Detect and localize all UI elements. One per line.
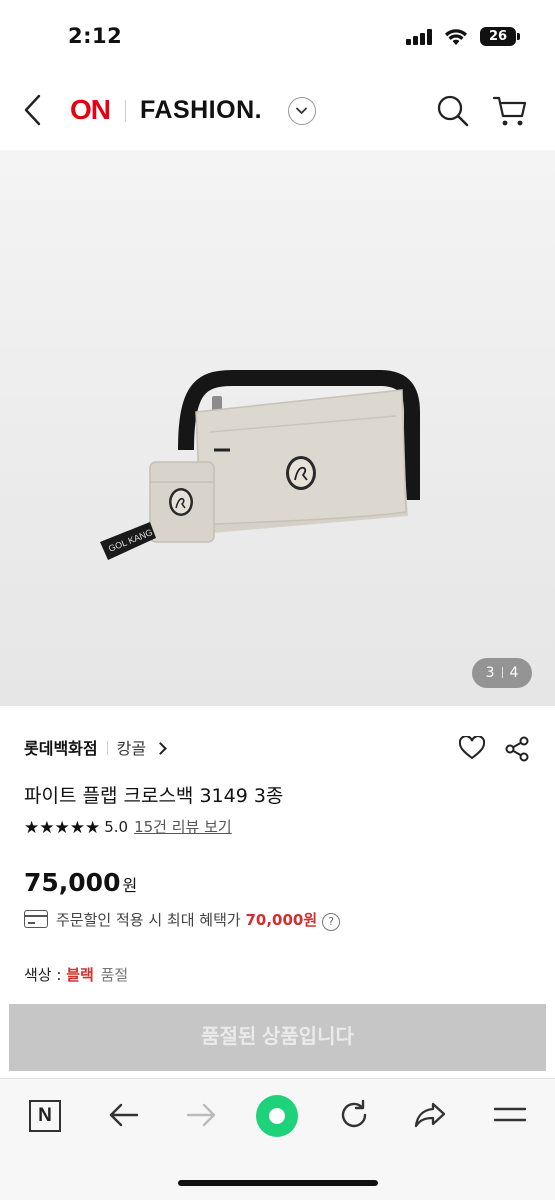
- share-arrow-icon: [414, 1102, 446, 1128]
- back-button[interactable]: [20, 92, 46, 128]
- option-value: 블랙: [66, 966, 94, 984]
- logo-on[interactable]: ON: [70, 94, 111, 126]
- logo-fashion[interactable]: FASHION.: [140, 96, 262, 125]
- share-icon: [505, 736, 529, 762]
- wifi-icon: [444, 26, 468, 46]
- benefit-row: 주문할인 적용 시 최대 혜택가 70,000원?: [24, 909, 341, 933]
- mall-dropdown-button[interactable]: [288, 97, 316, 125]
- share-nav-button[interactable]: [411, 1095, 451, 1135]
- menu-button[interactable]: [490, 1095, 530, 1135]
- arrow-left-icon: [109, 1103, 139, 1127]
- brand-name[interactable]: 캉골: [117, 739, 146, 758]
- rating-row: ★★★★★ 5.0 15건 리뷰 보기: [24, 816, 232, 838]
- color-option-row: 색상 : 블랙 품절: [24, 964, 128, 985]
- search-button[interactable]: [436, 94, 470, 128]
- benefit-price: 70,000원: [245, 911, 318, 929]
- brand-row[interactable]: 롯데백화점 캉골: [24, 735, 167, 761]
- naver-home-button[interactable]: N: [29, 1100, 61, 1132]
- chevron-down-icon: [296, 107, 307, 114]
- hamburger-menu-icon: [493, 1107, 527, 1122]
- forward-nav-button[interactable]: [181, 1095, 221, 1135]
- review-link[interactable]: 15건 리뷰 보기: [134, 818, 232, 836]
- gallery-pager: 34: [472, 658, 532, 688]
- cellular-signal-icon: [406, 29, 434, 45]
- benefit-text: 주문할인 적용 시 최대 혜택가: [56, 911, 241, 929]
- status-time: 2:12: [68, 24, 123, 48]
- home-indicator[interactable]: [178, 1180, 378, 1186]
- card-icon: [24, 910, 48, 928]
- battery-icon: 26: [480, 27, 520, 46]
- share-button[interactable]: [505, 736, 529, 762]
- chevron-right-icon: [154, 742, 167, 755]
- app-header: ON FASHION.: [0, 72, 555, 150]
- search-icon: [437, 95, 469, 127]
- rating-stars-icon: ★★★★★: [24, 818, 101, 838]
- cart-icon: [492, 96, 527, 126]
- refresh-icon: [341, 1099, 367, 1128]
- back-nav-button[interactable]: [104, 1095, 144, 1135]
- product-image: GOL KANG: [100, 370, 420, 560]
- store-name[interactable]: 롯데백화점: [24, 739, 98, 758]
- green-dot-button[interactable]: [256, 1095, 298, 1137]
- logo-divider: [125, 100, 126, 122]
- price-row: 75,000 원: [24, 868, 137, 897]
- product-title: 파이트 플랩 크로스백 3149 3종: [24, 785, 284, 807]
- refresh-button[interactable]: [334, 1095, 374, 1135]
- arrow-right-icon: [186, 1103, 216, 1127]
- rating-value: 5.0: [104, 818, 129, 836]
- option-status: 품절: [100, 966, 129, 984]
- price-value: 75,000: [24, 868, 121, 897]
- status-bar: 2:12 26: [0, 0, 555, 72]
- heart-icon: [458, 735, 486, 760]
- soldout-button[interactable]: 품절된 상품입니다: [9, 1004, 546, 1071]
- product-image-gallery[interactable]: GOL KANG 34: [0, 150, 555, 706]
- wishlist-button[interactable]: [458, 735, 486, 760]
- question-icon[interactable]: ?: [322, 913, 341, 931]
- chevron-left-icon: [24, 94, 41, 126]
- cart-button[interactable]: [492, 94, 528, 128]
- pager-total: 4: [509, 665, 519, 681]
- price-unit: 원: [122, 876, 138, 895]
- pager-current: 3: [485, 665, 495, 681]
- option-label: 색상 :: [24, 966, 62, 984]
